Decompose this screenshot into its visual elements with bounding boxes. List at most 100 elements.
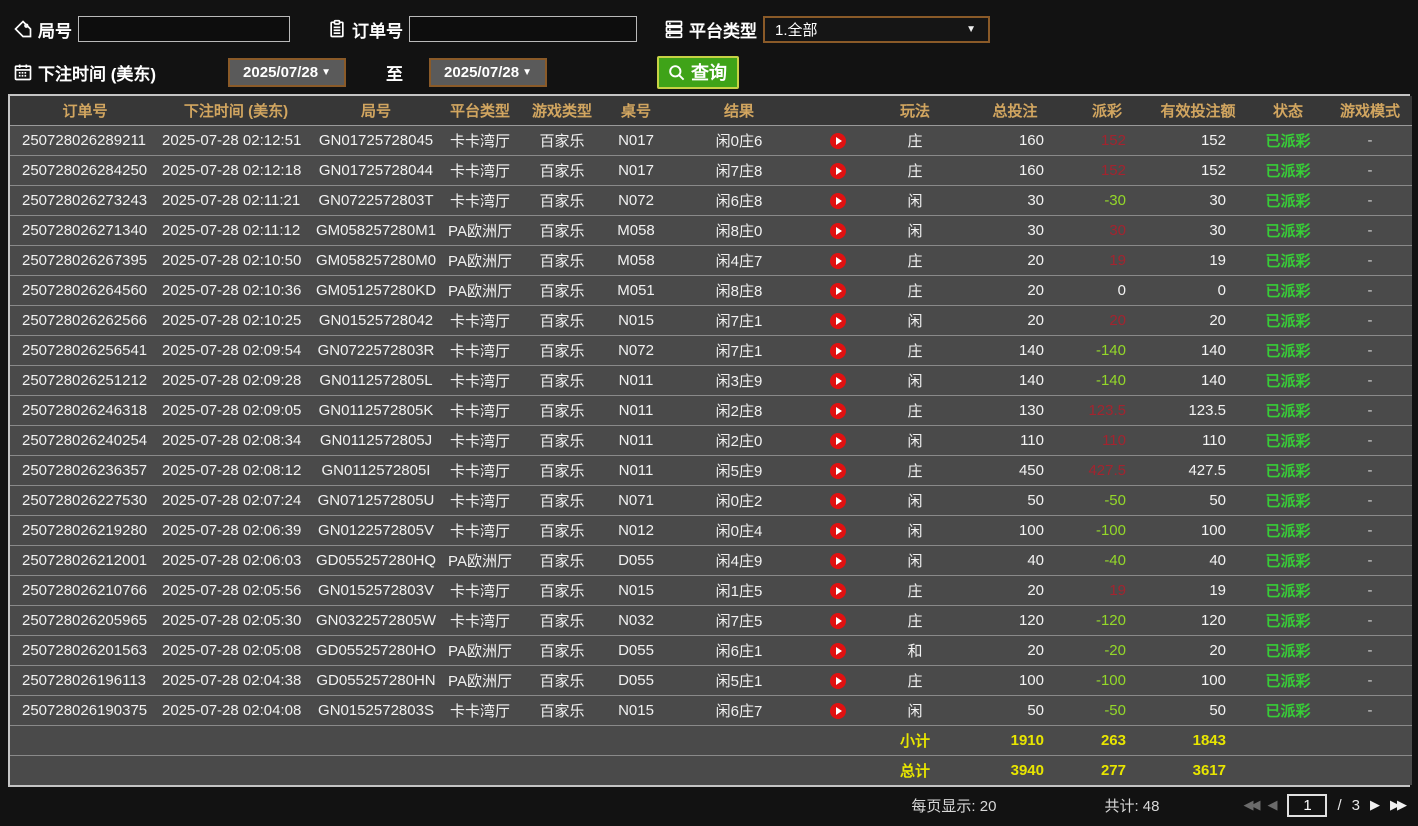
cell-valid-bet: 30 [1148,215,1248,246]
cell-result: 闲4庄7 [668,245,810,276]
replay-icon[interactable] [830,522,846,539]
prev-page-button[interactable]: ◀ [1267,797,1277,813]
cell-table-no: N072 [604,185,668,216]
last-page-button[interactable]: ▶▶ [1390,797,1407,813]
date-range-to-label: 至 [386,64,404,84]
replay-icon[interactable] [830,702,846,719]
cell-valid-bet: 152 [1148,155,1248,186]
cell-bet-time: 2025-07-28 02:05:56 [160,575,312,606]
next-page-button[interactable]: ▶ [1370,797,1380,813]
cell-platform: PA欧洲厅 [440,545,520,576]
cell-payout: -30 [1066,185,1148,216]
replay-icon[interactable] [830,402,846,419]
cell-status: 已派彩 [1248,305,1328,336]
cell-result: 闲7庄1 [668,305,810,336]
platform-type-value: 1.全部 [775,21,818,39]
cell-total-bet: 20 [964,305,1066,336]
replay-icon[interactable] [830,642,846,659]
cell-result: 闲3庄9 [668,365,810,396]
cell-order-no: 250728026219280 [10,515,160,546]
order-number-input[interactable] [409,16,637,42]
cell-result: 闲0庄4 [668,515,810,546]
cell-status: 已派彩 [1248,335,1328,366]
date-from-picker[interactable]: 2025/07/28 ▼ [228,57,347,87]
cell-replay [810,125,866,156]
pagination-bar: 每页显示: 20 共计: 48 ◀◀ ◀ / 3 ▶ ▶▶ [0,787,1418,823]
subtotal-valid-bet: 1843 [1148,725,1248,756]
cell-game-mode: - [1328,635,1412,666]
cell-payout: 427.5 [1066,455,1148,486]
header-platform: 平台类型 [440,96,520,126]
replay-icon[interactable] [830,222,846,239]
cell-total-bet: 50 [964,485,1066,516]
replay-icon[interactable] [830,672,846,689]
round-number-input[interactable] [78,16,290,42]
subtotal-payout: 263 [1066,725,1148,756]
cell-round-no: GD055257280HN [312,665,440,696]
cell-replay [810,635,866,666]
cell-replay [810,545,866,576]
cell-result: 闲8庄0 [668,215,810,246]
header-replay [810,96,866,126]
cell-game-mode: - [1328,695,1412,726]
cell-play: 闲 [866,515,964,546]
replay-icon[interactable] [830,192,846,209]
per-page-label: 每页显示: 20 [911,797,997,815]
cell-valid-bet: 19 [1148,575,1248,606]
cell-replay [810,275,866,306]
replay-icon[interactable] [830,552,846,569]
cell-round-no: GN0152572803V [312,575,440,606]
replay-icon[interactable] [830,252,846,269]
cell-replay [810,185,866,216]
cell-game-type: 百家乐 [520,245,604,276]
cell-order-no: 250728026251212 [10,365,160,396]
cell-platform: 卡卡湾厅 [440,125,520,156]
cell-table-no: N072 [604,335,668,366]
cell-total-bet: 140 [964,365,1066,396]
cell-platform: 卡卡湾厅 [440,185,520,216]
cell-order-no: 250728026264560 [10,275,160,306]
cell-valid-bet: 100 [1148,665,1248,696]
first-page-button[interactable]: ◀◀ [1243,797,1260,813]
cell-total-bet: 20 [964,275,1066,306]
date-from-value: 2025/07/28 [243,63,319,81]
replay-icon[interactable] [830,312,846,329]
cell-table-no: N011 [604,395,668,426]
table-row: 250728026212001 2025-07-28 02:06:03 GD0552… [10,545,1412,576]
cell-game-type: 百家乐 [520,515,604,546]
cell-order-no: 250728026267395 [10,245,160,276]
replay-icon[interactable] [830,612,846,629]
cell-platform: 卡卡湾厅 [440,455,520,486]
cell-platform: 卡卡湾厅 [440,155,520,186]
table-row: 250728026273243 2025-07-28 02:11:21 GN0722… [10,185,1412,216]
replay-icon[interactable] [830,162,846,179]
date-to-picker[interactable]: 2025/07/28 ▼ [429,57,548,87]
replay-icon[interactable] [830,282,846,299]
subtotal-label: 小计 [866,725,964,756]
cell-platform: PA欧洲厅 [440,215,520,246]
replay-icon[interactable] [830,462,846,479]
replay-icon[interactable] [830,372,846,389]
cell-valid-bet: 140 [1148,335,1248,366]
page-number-input[interactable] [1287,793,1328,817]
chevron-down-icon: ▼ [321,66,332,78]
search-button[interactable]: 查询 [657,55,740,89]
cell-bet-time: 2025-07-28 02:07:24 [160,485,312,516]
replay-icon[interactable] [830,342,846,359]
table-row: 250728026196113 2025-07-28 02:04:38 GD0552… [10,665,1412,696]
cell-bet-time: 2025-07-28 02:10:50 [160,245,312,276]
cell-replay [810,335,866,366]
platform-type-select[interactable]: 1.全部 ▼ [763,15,990,43]
cell-replay [810,395,866,426]
replay-icon[interactable] [830,492,846,509]
cell-replay [810,425,866,456]
table-row: 250728026236357 2025-07-28 02:08:12 GN0112… [10,455,1412,486]
replay-icon[interactable] [830,132,846,149]
total-pages-label: 3 [1351,796,1360,814]
cell-valid-bet: 30 [1148,185,1248,216]
header-round-no: 局号 [312,96,440,126]
replay-icon[interactable] [830,432,846,449]
search-button-label: 查询 [691,63,728,83]
replay-icon[interactable] [830,582,846,599]
header-table-no: 桌号 [604,96,668,126]
